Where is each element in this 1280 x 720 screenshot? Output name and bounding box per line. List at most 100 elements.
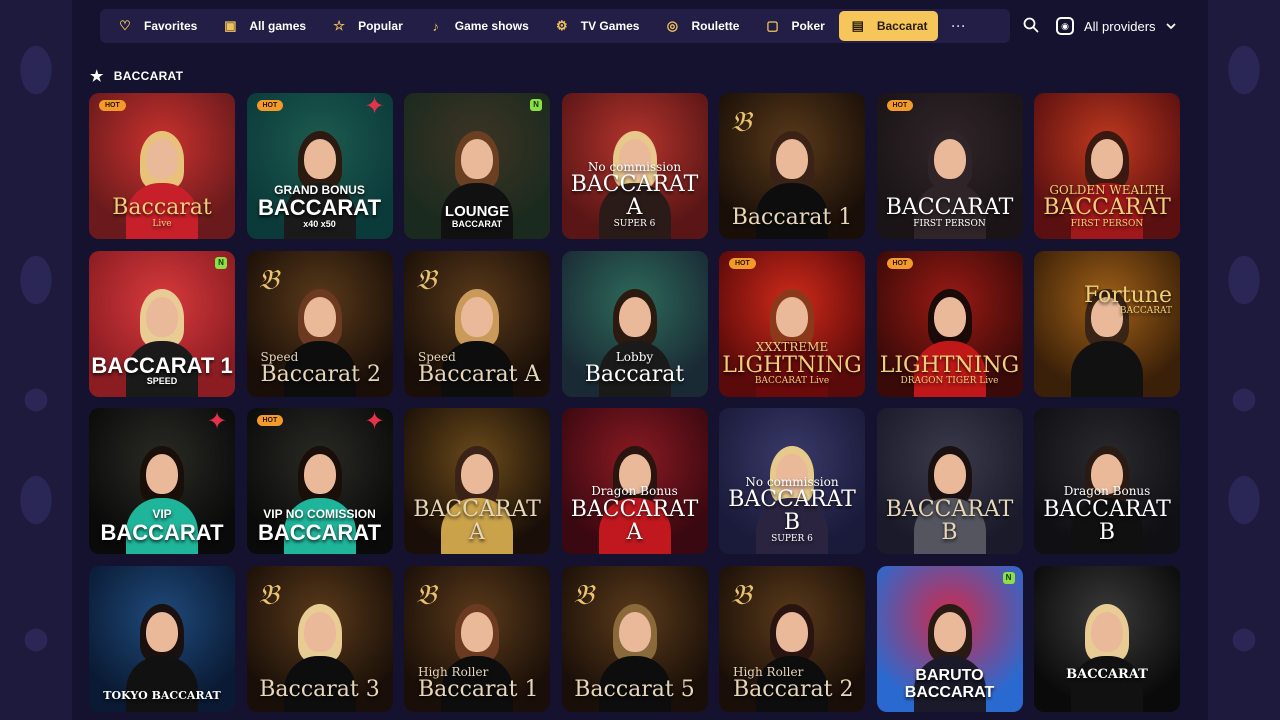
- tab-roulette[interactable]: ◎ Roulette: [653, 11, 749, 41]
- game-card[interactable]: HOT XXXTREME LIGHTNING BACCARAT Live: [719, 250, 865, 397]
- game-card[interactable]: N BARUTO BACCARAT: [876, 565, 1023, 712]
- tab-label: Favorites: [144, 19, 198, 33]
- game-title: Baccarat: [112, 195, 212, 221]
- game-subtitle: FIRST PERSON: [913, 218, 986, 229]
- tab-label: TV Games: [580, 19, 640, 33]
- game-title: Baccarat 1: [731, 204, 853, 230]
- game-title: BARUTO BACCARAT: [904, 666, 995, 701]
- game-title-block: XXXTREME LIGHTNING BACCARAT Live: [719, 341, 865, 386]
- game-card[interactable]: 𝔅 Baccarat 1: [719, 93, 865, 239]
- game-card[interactable]: Dragon Bonus BACCARAT B: [1034, 408, 1180, 554]
- heart-icon: ♡: [119, 18, 131, 33]
- game-title: Baccarat 1: [418, 677, 539, 703]
- game-title-block: GRAND BONUS BACCARAT x40 x50: [247, 184, 393, 229]
- provider-logo-icon: 𝔅: [731, 577, 752, 611]
- tab-label: Baccarat: [876, 19, 928, 33]
- game-title-block: BACCARAT: [1034, 668, 1180, 682]
- tab-tv-games[interactable]: ⚙ TV Games: [543, 11, 650, 41]
- section-header: ★ BACCARAT: [90, 67, 183, 85]
- game-title: BACCARAT: [885, 195, 1014, 221]
- provider-badge-icon: N: [215, 256, 227, 269]
- more-tabs-button[interactable]: ···: [942, 11, 977, 41]
- game-subtitle: BACCARAT: [1119, 306, 1172, 317]
- tab-all-games[interactable]: ▣ All games: [211, 11, 316, 41]
- game-card[interactable]: BACCARAT A: [404, 408, 550, 554]
- game-card[interactable]: HOT LIGHTNING DRAGON TIGER Live: [876, 250, 1023, 397]
- category-nav: ♡ Favorites ▣ All games ☆ Popular ♪ Game shows ⚙…: [100, 9, 1010, 43]
- game-card[interactable]: 𝔅 Baccarat 5: [561, 565, 708, 712]
- game-card[interactable]: BACCARAT B: [876, 408, 1023, 554]
- tab-label: Game shows: [454, 19, 529, 33]
- game-title-block: Baccarat Live: [89, 196, 235, 229]
- game-card[interactable]: ✦ VIP BACCARAT: [89, 408, 235, 554]
- provider-logo-icon: 𝔅: [258, 262, 279, 296]
- background-pattern-right: [1208, 0, 1280, 720]
- poker-icon: ▢: [766, 18, 779, 33]
- game-card[interactable]: 𝔅 Baccarat 3: [246, 565, 393, 712]
- game-title-block: High Roller Baccarat 2: [719, 666, 865, 702]
- game-card[interactable]: HOT ✦ VIP NO COMISSION BACCARAT: [246, 408, 393, 554]
- game-title-block: GOLDEN WEALTH BACCARAT FIRST PERSON: [1034, 184, 1180, 229]
- baccarat-icon: ▤: [851, 18, 864, 33]
- tab-favorites[interactable]: ♡ Favorites: [106, 11, 207, 41]
- tab-poker[interactable]: ▢ Poker: [753, 11, 834, 41]
- game-title: BACCARAT: [1066, 666, 1148, 682]
- game-card[interactable]: 𝔅 High Roller Baccarat 2: [719, 565, 865, 712]
- all-games-icon: ▣: [224, 18, 237, 33]
- game-card[interactable]: HOT BACCARAT FIRST PERSON: [876, 93, 1023, 239]
- game-subtitle: x40 x50: [303, 218, 336, 229]
- game-title-block: Speed Baccarat A: [404, 351, 550, 387]
- game-title: BACCARAT B: [1043, 496, 1171, 545]
- game-title: BACCARAT 1: [91, 352, 233, 378]
- game-card[interactable]: Dragon Bonus BACCARAT A: [561, 408, 708, 554]
- game-title: Baccarat 3: [259, 677, 380, 703]
- game-subtitle: DRAGON TIGER Live: [900, 376, 999, 387]
- provider-logo-icon: 𝔅: [416, 577, 437, 611]
- game-card[interactable]: HOT Baccarat Live: [89, 93, 235, 239]
- search-button[interactable]: [1020, 14, 1042, 36]
- game-card[interactable]: 𝔅 High Roller Baccarat 1: [404, 565, 550, 712]
- game-card[interactable]: No commission BACCARAT A SUPER 6: [561, 93, 708, 239]
- game-title-block: VIP NO COMISSION BACCARAT: [247, 508, 393, 544]
- providers-label: All providers: [1084, 18, 1156, 34]
- game-title: Baccarat 5: [574, 677, 695, 703]
- main-content: ♡ Favorites ▣ All games ☆ Popular ♪ Game shows ⚙…: [72, 0, 1208, 720]
- game-card[interactable]: N BACCARAT 1 SPEED: [89, 250, 235, 397]
- game-subtitle: SUPER 6: [771, 533, 813, 544]
- providers-icon: ◉: [1056, 17, 1074, 35]
- tab-game-shows[interactable]: ♪ Game shows: [417, 11, 539, 41]
- game-card[interactable]: Fortune BACCARAT: [1034, 250, 1180, 397]
- game-card[interactable]: BACCARAT: [1034, 565, 1180, 712]
- hot-badge: HOT: [886, 257, 914, 269]
- game-title-block: Baccarat 5: [562, 678, 708, 701]
- roulette-icon: ◎: [666, 18, 679, 33]
- game-title-block: LIGHTNING DRAGON TIGER Live: [877, 354, 1023, 387]
- providers-dropdown[interactable]: ◉ All providers: [1056, 14, 1176, 38]
- game-subtitle: SPEED: [146, 376, 178, 387]
- game-card[interactable]: 𝔅 Speed Baccarat A: [404, 250, 550, 397]
- tab-label: Poker: [791, 19, 825, 33]
- game-title-block: Fortune BACCARAT: [1034, 284, 1180, 317]
- game-title: Baccarat A: [418, 362, 541, 388]
- game-card[interactable]: N LOUNGE BACCARAT: [404, 93, 550, 239]
- tab-label: Popular: [358, 19, 403, 33]
- game-title: Fortune: [1083, 282, 1172, 308]
- provider-badge-icon: N: [530, 99, 542, 111]
- game-card[interactable]: TOKYO BACCARAT: [89, 565, 235, 712]
- tab-baccarat[interactable]: ▤ Baccarat: [838, 11, 938, 41]
- tab-popular[interactable]: ☆ Popular: [320, 11, 413, 41]
- game-title: BACCARAT A: [570, 496, 699, 545]
- game-title: BACCARAT: [257, 519, 382, 545]
- new-star-icon: ✦: [364, 408, 385, 435]
- game-title: LIGHTNING: [722, 352, 862, 378]
- game-card[interactable]: GOLDEN WEALTH BACCARAT FIRST PERSON: [1034, 93, 1180, 239]
- provider-logo-icon: 𝔅: [573, 577, 594, 611]
- dealer-image: [1071, 602, 1143, 712]
- game-card[interactable]: Lobby Baccarat: [561, 250, 708, 397]
- game-title: Baccarat 2: [260, 362, 382, 388]
- game-title-block: VIP BACCARAT: [89, 508, 235, 544]
- game-subtitle: BACCARAT: [451, 218, 503, 229]
- game-card[interactable]: No commission BACCARAT B SUPER 6: [719, 408, 865, 554]
- game-card[interactable]: HOT ✦ GRAND BONUS BACCARAT x40 x50: [246, 93, 393, 239]
- game-card[interactable]: 𝔅 Speed Baccarat 2: [246, 250, 393, 397]
